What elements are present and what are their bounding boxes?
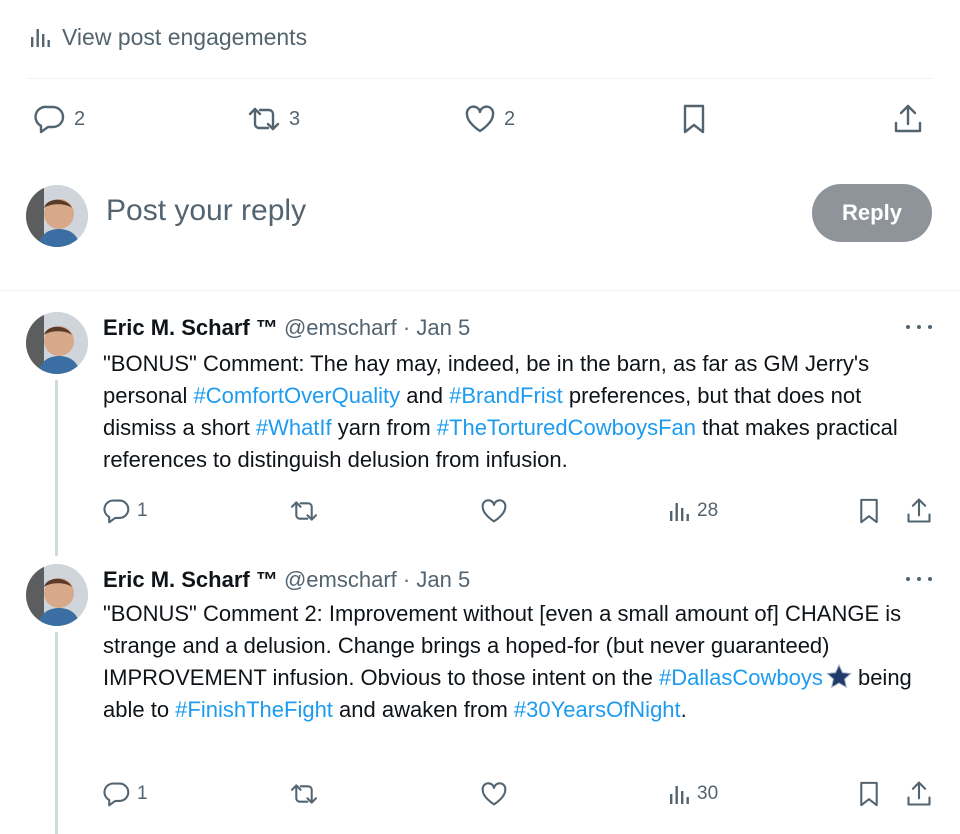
views-count: 30	[697, 783, 719, 804]
reply-icon	[34, 104, 66, 134]
like-count: 2	[504, 107, 516, 130]
share-button[interactable]	[905, 776, 933, 812]
reply-count: 1	[137, 783, 148, 804]
bookmark-icon	[857, 497, 881, 525]
more-options-icon[interactable]	[906, 317, 932, 337]
repost-count: 3	[289, 107, 301, 130]
views-button[interactable]: 28	[669, 493, 718, 529]
divider	[26, 78, 934, 79]
reply-button[interactable]: 1	[103, 493, 148, 529]
text-segment: and	[400, 383, 450, 408]
bar-chart-icon	[669, 783, 691, 805]
heart-icon	[464, 104, 496, 134]
tweet-action-bar: 1 30	[103, 776, 933, 812]
hashtag-link[interactable]: #ComfortOverQuality	[194, 383, 401, 408]
tweet-text: "BONUS" Comment 2: Improvement without […	[103, 598, 933, 726]
post-date[interactable]: Jan 5	[416, 315, 470, 340]
view-post-engagements-link[interactable]: View post engagements	[30, 22, 307, 52]
hashtag-link[interactable]: #TheTorturedCowboysFan	[437, 415, 696, 440]
like-button[interactable]	[480, 493, 508, 529]
like-button[interactable]: 2	[464, 96, 515, 142]
tweet-header: Eric M. Scharf ™ @emscharf · Jan 5	[103, 315, 470, 341]
author-name[interactable]: Eric M. Scharf ™	[103, 567, 278, 592]
reply-submit-button[interactable]: Reply	[812, 184, 932, 242]
engagements-label: View post engagements	[62, 23, 308, 50]
heart-icon	[480, 498, 508, 524]
more-options-icon[interactable]	[906, 569, 932, 589]
heart-icon	[480, 781, 508, 807]
share-button[interactable]	[905, 493, 933, 529]
avatar[interactable]	[26, 185, 88, 247]
text-segment: yarn from	[331, 415, 437, 440]
bar-chart-icon	[30, 26, 52, 48]
tweet-action-bar: 1 28	[103, 493, 933, 529]
hashtag-link[interactable]: #30YearsOfNight	[514, 697, 681, 722]
tweet-header: Eric M. Scharf ™ @emscharf · Jan 5	[103, 567, 470, 593]
separator-dot: ·	[402, 315, 411, 340]
hashtag-link[interactable]: #FinishTheFight	[175, 697, 333, 722]
bookmark-button[interactable]	[680, 96, 708, 142]
share-icon	[905, 497, 933, 525]
hashtag-link[interactable]: #BrandFrist	[449, 383, 563, 408]
text-segment: and awaken from	[332, 697, 514, 722]
repost-icon	[247, 105, 281, 133]
star-icon	[825, 664, 852, 688]
separator-dot: ·	[402, 567, 411, 592]
bookmark-button[interactable]	[857, 776, 881, 812]
post-date[interactable]: Jan 5	[416, 567, 470, 592]
thread-line	[55, 632, 58, 834]
bar-chart-icon	[669, 500, 691, 522]
reply-count: 2	[74, 107, 86, 130]
share-icon	[905, 780, 933, 808]
views-button[interactable]: 30	[669, 776, 718, 812]
repost-icon	[289, 499, 319, 523]
share-icon	[892, 103, 924, 135]
post-action-bar: 2 3 2	[0, 96, 960, 142]
author-handle[interactable]: @emscharf	[284, 315, 397, 340]
repost-button[interactable]	[289, 776, 319, 812]
reply-icon	[103, 498, 131, 524]
views-count: 28	[697, 500, 719, 521]
share-button[interactable]	[892, 96, 924, 142]
bookmark-icon	[857, 780, 881, 808]
thread-line	[55, 380, 58, 556]
text-segment: .	[680, 697, 687, 722]
avatar[interactable]	[26, 564, 88, 626]
reply-input[interactable]: Post your reply	[106, 194, 306, 228]
author-handle[interactable]: @emscharf	[284, 567, 397, 592]
hashtag-link[interactable]: #WhatIf	[256, 415, 332, 440]
reply-button[interactable]: 2	[34, 96, 85, 142]
reply-button[interactable]: 1	[103, 776, 148, 812]
like-button[interactable]	[480, 776, 508, 812]
bookmark-icon	[680, 103, 708, 135]
repost-button[interactable]	[289, 493, 319, 529]
avatar[interactable]	[26, 312, 88, 374]
repost-icon	[289, 782, 319, 806]
tweet-text: "BONUS" Comment: The hay may, indeed, be…	[103, 348, 933, 476]
divider	[0, 290, 960, 291]
hashtag-link[interactable]: #DallasCowboys	[659, 665, 823, 690]
reply-count: 1	[137, 500, 148, 521]
author-name[interactable]: Eric M. Scharf ™	[103, 315, 278, 340]
repost-button[interactable]: 3	[247, 96, 300, 142]
bookmark-button[interactable]	[857, 493, 881, 529]
reply-icon	[103, 781, 131, 807]
